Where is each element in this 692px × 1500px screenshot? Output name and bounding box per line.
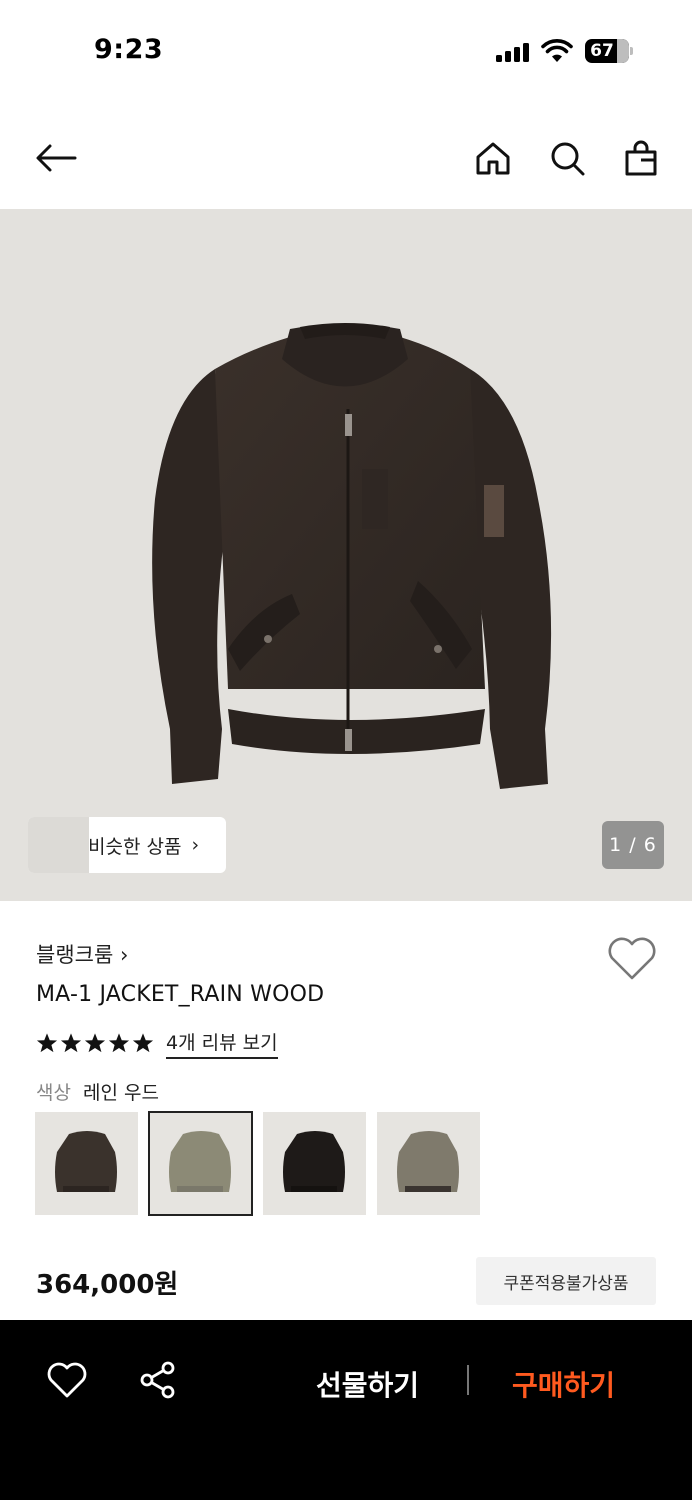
divider xyxy=(467,1365,469,1395)
brand-link[interactable]: 블랭크룸 › xyxy=(36,939,128,969)
color-row: 색상 레인 우드 xyxy=(36,1078,159,1105)
similar-products-label: 비슷한 상품 xyxy=(88,835,182,858)
chevron-right-icon: › xyxy=(191,834,200,856)
star-icon xyxy=(60,1033,82,1053)
buy-button[interactable]: 구매하기 xyxy=(512,1364,615,1404)
back-button[interactable] xyxy=(34,136,78,180)
color-swatch-selected[interactable] xyxy=(148,1111,253,1216)
product-image-carousel[interactable] xyxy=(0,209,692,901)
cart-button[interactable] xyxy=(619,136,663,180)
back-arrow-icon xyxy=(36,144,77,172)
search-icon xyxy=(551,142,585,176)
similar-products-button[interactable]: 비슷한 상품 › xyxy=(28,817,226,873)
color-value: 레인 우드 xyxy=(82,1082,159,1104)
color-label: 색상 xyxy=(36,1082,71,1104)
home-button[interactable] xyxy=(471,136,515,180)
color-swatches xyxy=(35,1111,480,1216)
rating-row: 4개 리뷰 보기 xyxy=(36,1028,278,1059)
share-icon[interactable] xyxy=(138,1360,178,1400)
price: 364,000원 xyxy=(36,1270,179,1300)
image-counter: 1 / 6 xyxy=(602,821,664,869)
heart-icon[interactable] xyxy=(46,1360,88,1400)
bottom-action-bar: 선물하기 구매하기 xyxy=(0,1320,692,1500)
star-rating xyxy=(36,1032,154,1054)
coupon-badge: 쿠폰적용불가상품 xyxy=(476,1257,656,1305)
color-swatch[interactable] xyxy=(377,1112,480,1215)
product-name: MA-1 JACKET_RAIN WOOD xyxy=(36,982,325,1007)
top-navigation xyxy=(0,120,692,194)
color-swatch[interactable] xyxy=(263,1112,366,1215)
status-bar: 9:23 67 xyxy=(0,0,692,100)
search-button[interactable] xyxy=(545,136,589,180)
star-icon xyxy=(108,1033,130,1053)
cellular-signal-icon xyxy=(496,42,532,62)
reviews-link[interactable]: 4개 리뷰 보기 xyxy=(166,1028,278,1059)
heart-icon[interactable] xyxy=(606,934,658,982)
star-icon xyxy=(36,1033,58,1053)
color-swatch[interactable] xyxy=(35,1112,138,1215)
battery-level: 67 xyxy=(590,41,614,61)
battery-icon: 67 xyxy=(585,39,633,63)
gift-button[interactable]: 선물하기 xyxy=(316,1364,419,1404)
star-icon xyxy=(84,1033,106,1053)
jacket-image xyxy=(152,323,552,789)
similar-thumbnails xyxy=(28,817,90,873)
home-icon xyxy=(476,142,510,175)
shopping-bag-icon xyxy=(625,140,657,176)
star-icon xyxy=(132,1033,154,1053)
wifi-icon xyxy=(541,39,573,62)
status-time: 9:23 xyxy=(94,34,164,65)
